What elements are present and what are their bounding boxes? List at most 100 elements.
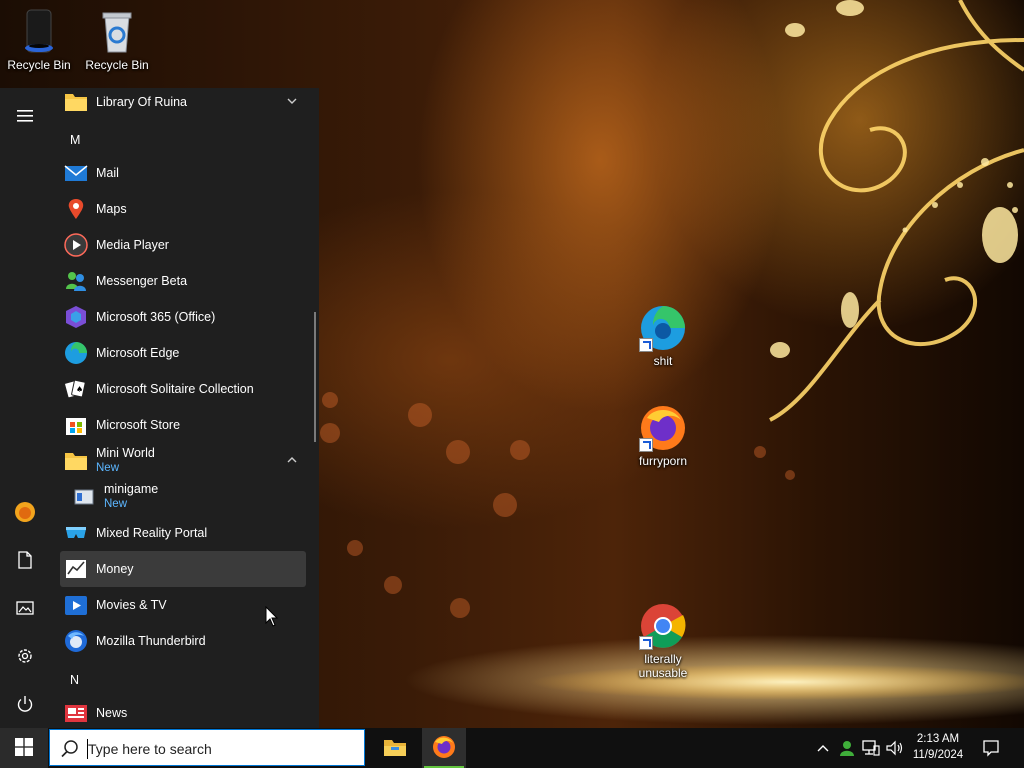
app-item-mini-world[interactable]: Mini World New xyxy=(60,443,306,479)
thunderbird-icon xyxy=(64,629,88,653)
app-item-label: Movies & TV xyxy=(96,598,167,612)
volume-icon[interactable] xyxy=(884,728,906,768)
app-item-news[interactable]: News xyxy=(60,695,306,731)
app-item-media-player[interactable]: Media Player xyxy=(60,227,306,263)
minigame-icon xyxy=(74,487,94,507)
app-item-label: Media Player xyxy=(96,238,169,252)
clock-time: 2:13 AM xyxy=(916,733,960,745)
app-item-label: Maps xyxy=(96,202,127,216)
mouse-cursor-icon xyxy=(265,605,279,631)
desktop-icon-shit[interactable]: shit xyxy=(624,304,702,368)
settings-gear-icon[interactable] xyxy=(0,632,50,680)
taskbar-file-explorer[interactable] xyxy=(373,728,417,768)
search-icon xyxy=(60,739,80,762)
news-icon xyxy=(64,701,88,725)
edge-icon xyxy=(64,341,88,365)
taskbar-clock[interactable]: 2:13 AM 11/9/2024 xyxy=(905,731,971,763)
desktop-icon-label: literally unusable xyxy=(638,652,688,680)
user-avatar-icon[interactable] xyxy=(0,488,50,536)
network-icon[interactable] xyxy=(860,728,882,768)
power-icon[interactable] xyxy=(0,680,50,728)
app-item-minigame[interactable]: minigame New xyxy=(60,479,306,515)
taskbar-firefox[interactable] xyxy=(422,728,466,768)
app-item-mixed-reality-portal[interactable]: Mixed Reality Portal xyxy=(60,515,306,551)
recycle-bin-icon xyxy=(93,8,141,56)
chrome-icon xyxy=(639,602,687,650)
messenger-icon xyxy=(64,269,88,293)
app-item-label: Microsoft Edge xyxy=(96,346,180,360)
action-center-icon[interactable] xyxy=(978,728,1004,768)
media-player-icon xyxy=(64,233,88,257)
shortcut-arrow-icon xyxy=(639,636,653,650)
chevron-up-icon[interactable] xyxy=(286,454,298,466)
app-item-label: minigame xyxy=(104,482,159,496)
chevron-down-icon[interactable] xyxy=(286,95,298,107)
movies-tv-icon xyxy=(64,593,88,617)
mixed-reality-icon xyxy=(64,521,88,545)
firefox-icon xyxy=(639,404,687,452)
clock-date: 11/9/2024 xyxy=(912,749,964,761)
app-item-label: Mail xyxy=(96,166,119,180)
new-badge: New xyxy=(104,498,128,510)
desktop-icon-recycle-bin-2[interactable]: Recycle Bin xyxy=(78,8,156,72)
svg-text:♠: ♠ xyxy=(76,385,83,394)
app-item-microsoft-store[interactable]: Microsoft Store xyxy=(60,407,306,443)
solitaire-icon: ♠ xyxy=(64,377,88,401)
taskbar-search-box[interactable]: Type here to search xyxy=(49,729,365,766)
file-explorer-icon xyxy=(383,737,407,760)
app-item-library-of-ruina[interactable]: Library Of Ruina xyxy=(60,84,306,120)
pictures-icon[interactable] xyxy=(0,584,50,632)
edge-icon xyxy=(639,304,687,352)
letter-header-n[interactable]: N xyxy=(70,673,79,687)
desktop-icon-label: shit xyxy=(653,354,673,368)
app-item-label: Mini World xyxy=(96,446,155,460)
hamburger-menu-icon[interactable] xyxy=(0,92,50,140)
desktop-icon-label: furryporn xyxy=(638,454,688,468)
app-item-label: News xyxy=(96,706,128,720)
app-item-label: Money xyxy=(96,562,134,576)
app-item-label: Mixed Reality Portal xyxy=(96,526,208,540)
app-item-microsoft-edge[interactable]: Microsoft Edge xyxy=(60,335,306,371)
store-icon xyxy=(64,413,88,437)
desktop-icon-label: Recycle Bin xyxy=(85,58,149,72)
firefox-icon xyxy=(432,735,456,762)
desktop-icon-recycle-bin-1[interactable]: Recycle Bin xyxy=(0,8,78,72)
app-item-messenger-beta[interactable]: Messenger Beta xyxy=(60,263,306,299)
search-placeholder: Type here to search xyxy=(88,741,212,757)
folder-icon xyxy=(64,449,88,473)
app-item-solitaire[interactable]: ♠ Microsoft Solitaire Collection xyxy=(60,371,306,407)
start-menu: Library Of Ruina M Mail Maps Media Playe… xyxy=(0,88,319,728)
shortcut-arrow-icon xyxy=(639,438,653,452)
start-button[interactable] xyxy=(0,728,48,768)
office-icon xyxy=(64,305,88,329)
shortcut-arrow-icon xyxy=(639,338,653,352)
app-item-label: Messenger Beta xyxy=(96,274,188,288)
app-item-label: Microsoft 365 (Office) xyxy=(96,310,216,324)
user-status-icon[interactable] xyxy=(836,728,858,768)
folder-icon xyxy=(64,90,88,114)
app-item-label: Mozilla Thunderbird xyxy=(96,634,206,648)
app-item-microsoft-365[interactable]: Microsoft 365 (Office) xyxy=(60,299,306,335)
app-item-label: Microsoft Store xyxy=(96,418,181,432)
start-menu-rail xyxy=(0,88,50,728)
documents-icon[interactable] xyxy=(0,536,50,584)
taskbar: Type here to search 2:13 AM 11/9/2024 xyxy=(0,728,1024,768)
speaker-bin-icon xyxy=(15,8,63,56)
start-menu-scrollbar[interactable] xyxy=(314,312,316,442)
maps-icon xyxy=(64,197,88,221)
money-icon xyxy=(64,557,88,581)
desktop-icon-furryporn[interactable]: furryporn xyxy=(624,404,702,468)
desktop-icon-literally-unusable[interactable]: literally unusable xyxy=(624,602,702,680)
app-item-label: Microsoft Solitaire Collection xyxy=(96,382,254,396)
start-menu-app-list: Library Of Ruina M Mail Maps Media Playe… xyxy=(56,88,306,728)
windows-logo-icon xyxy=(15,737,33,759)
mail-icon xyxy=(64,161,88,185)
app-item-mail[interactable]: Mail xyxy=(60,155,306,191)
chevron-up-icon[interactable] xyxy=(812,728,834,768)
app-item-label: Library Of Ruina xyxy=(96,95,188,109)
app-item-money[interactable]: Money xyxy=(60,551,306,587)
app-item-maps[interactable]: Maps xyxy=(60,191,306,227)
new-badge: New xyxy=(96,462,120,474)
desktop-icon-label: Recycle Bin xyxy=(7,58,71,72)
letter-header-m[interactable]: M xyxy=(70,133,80,147)
